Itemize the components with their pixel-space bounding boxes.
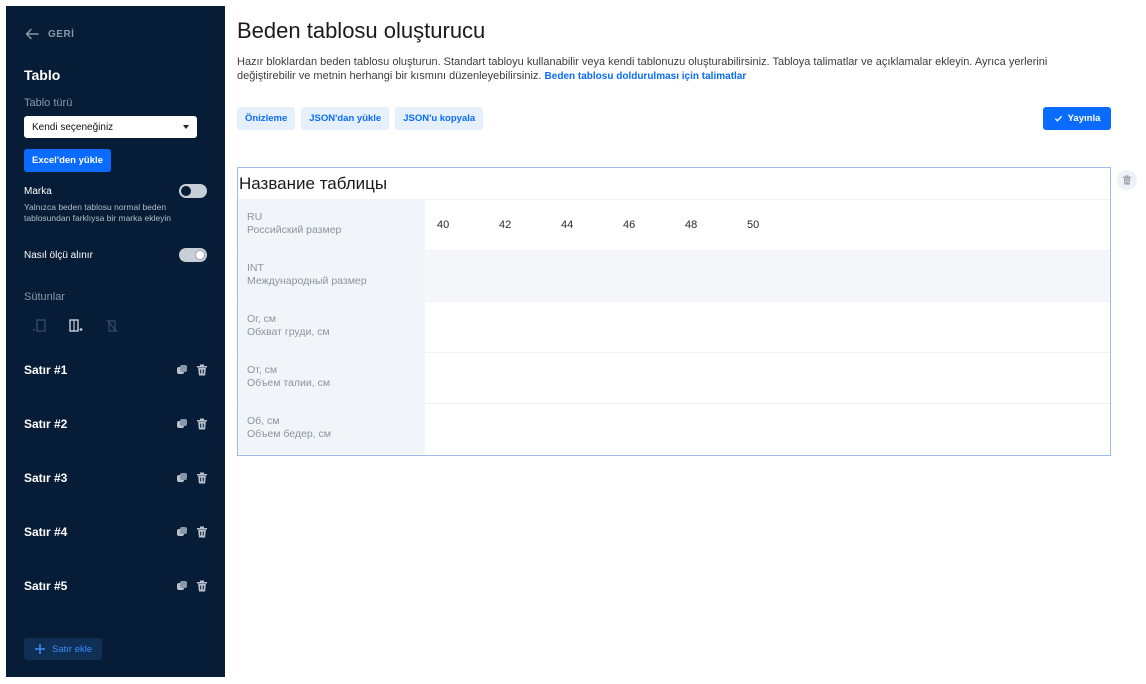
row-header[interactable]: RU Российский размер xyxy=(238,200,425,250)
brand-label: Marka xyxy=(24,185,52,197)
table-type-label: Tablo türü xyxy=(24,97,73,109)
add-column-right-icon[interactable] xyxy=(66,316,86,336)
row-cells[interactable] xyxy=(425,251,1110,301)
trash-icon[interactable] xyxy=(195,417,209,431)
brand-toggle[interactable] xyxy=(179,184,207,198)
copy-json-button[interactable]: JSON'u kopyala xyxy=(395,107,484,130)
table-title[interactable]: Название таблицы xyxy=(238,168,1110,200)
row-header[interactable]: От, см Объем талии, см xyxy=(238,353,425,403)
table-row: От, см Объем талии, см xyxy=(238,353,1110,404)
table-type-select[interactable]: Kendi seçeneğiniz xyxy=(24,116,197,138)
row-cells[interactable] xyxy=(425,302,1110,352)
columns-label: Sütunlar xyxy=(24,291,65,303)
trash-icon[interactable] xyxy=(195,525,209,539)
row-cells[interactable] xyxy=(425,404,1110,454)
table-row: Об, см Объем бедер, см xyxy=(238,404,1110,454)
trash-icon[interactable] xyxy=(195,363,209,377)
page-description: Hazır bloklardan beden tablosu oluşturun… xyxy=(237,55,1107,84)
size-table: Название таблицы RU Российский размер 40… xyxy=(237,167,1111,456)
row-header[interactable]: INT Международный размер xyxy=(238,251,425,301)
table-cell[interactable]: 46 xyxy=(623,219,685,231)
toggle-knob xyxy=(195,250,205,260)
add-column-left-icon[interactable] xyxy=(30,316,50,336)
copy-icon[interactable] xyxy=(175,525,189,539)
copy-icon[interactable] xyxy=(175,417,189,431)
table-row: INT Международный размер xyxy=(238,251,1110,302)
trash-icon xyxy=(1122,175,1132,185)
table-cell[interactable]: 44 xyxy=(561,219,623,231)
plus-icon xyxy=(35,644,45,654)
copy-icon[interactable] xyxy=(175,363,189,377)
delete-table-button[interactable] xyxy=(1117,170,1137,190)
row-code: От, см xyxy=(247,364,278,376)
back-button[interactable]: GERİ xyxy=(24,24,74,44)
sidebar-row-5[interactable]: Satır #5 xyxy=(24,576,209,596)
row-label: Satır #1 xyxy=(24,363,68,377)
arrow-left-icon xyxy=(25,28,39,40)
delete-column-icon[interactable] xyxy=(102,316,122,336)
copy-icon[interactable] xyxy=(175,471,189,485)
brand-row: Marka xyxy=(24,184,207,198)
toggle-knob xyxy=(181,186,191,196)
load-json-button[interactable]: JSON'dan yükle xyxy=(301,107,390,130)
sidebar-row-3[interactable]: Satır #3 xyxy=(24,468,209,488)
measure-label: Nasıl ölçü alınır xyxy=(24,249,93,261)
add-row-button[interactable]: Satır ekle xyxy=(24,638,103,660)
measure-row: Nasıl ölçü alınır xyxy=(24,248,207,262)
row-name: Российский размер xyxy=(247,224,342,236)
table-type-value: Kendi seçeneğiniz xyxy=(32,121,114,133)
row-code: INT xyxy=(247,262,264,274)
trash-icon[interactable] xyxy=(195,579,209,593)
row-code: Ог, см xyxy=(247,313,277,325)
column-actions xyxy=(30,316,122,336)
trash-icon[interactable] xyxy=(195,471,209,485)
table-cell[interactable]: 40 xyxy=(437,219,499,231)
check-icon xyxy=(1054,115,1062,122)
table-cell[interactable]: 42 xyxy=(499,219,561,231)
row-name: Объем бедер, см xyxy=(247,428,331,440)
table-row: RU Российский размер 40 42 44 46 48 50 xyxy=(238,200,1110,251)
row-code: RU xyxy=(247,211,263,223)
preview-button[interactable]: Önizleme xyxy=(237,107,296,130)
copy-icon[interactable] xyxy=(175,579,189,593)
table-row: Ог, см Обхват груди, см xyxy=(238,302,1110,353)
row-header[interactable]: Ог, см Обхват груди, см xyxy=(238,302,425,352)
sidebar-row-2[interactable]: Satır #2 xyxy=(24,414,209,434)
publish-label: Yayınla xyxy=(1067,113,1101,124)
row-name: Объем талии, см xyxy=(247,377,331,389)
row-label: Satır #2 xyxy=(24,417,68,431)
row-name: Обхват груди, см xyxy=(247,326,330,338)
toolbar: Önizleme JSON'dan yükle JSON'u kopyala xyxy=(237,107,484,130)
row-code: Об, см xyxy=(247,415,280,427)
row-label: Satır #5 xyxy=(24,579,68,593)
table-cell[interactable]: 48 xyxy=(685,219,747,231)
chevron-down-icon xyxy=(183,125,189,129)
row-header[interactable]: Об, см Объем бедер, см xyxy=(238,404,425,454)
sidebar-row-1[interactable]: Satır #1 xyxy=(24,360,209,380)
table-cell[interactable]: 50 xyxy=(747,219,809,231)
brand-note: Yalnızca beden tablosu normal beden tabl… xyxy=(24,202,171,223)
row-name: Международный размер xyxy=(247,275,367,287)
add-row-label: Satır ekle xyxy=(52,643,93,655)
row-label: Satır #3 xyxy=(24,471,68,485)
main-content: Beden tablosu oluşturucu Hazır bloklarda… xyxy=(237,0,1146,684)
row-cells[interactable] xyxy=(425,353,1110,403)
instructions-link[interactable]: Beden tablosu doldurulması için talimatl… xyxy=(545,71,747,82)
row-cells: 40 42 44 46 48 50 xyxy=(425,200,1110,250)
excel-upload-button[interactable]: Excel'den yükle xyxy=(24,149,111,172)
row-label: Satır #4 xyxy=(24,525,68,539)
sidebar-title: Tablo xyxy=(24,67,61,83)
measure-toggle[interactable] xyxy=(179,248,207,262)
page-title: Beden tablosu oluşturucu xyxy=(237,18,486,43)
sidebar: GERİ Tablo Tablo türü Kendi seçeneğiniz … xyxy=(6,6,225,677)
publish-button[interactable]: Yayınla xyxy=(1043,107,1111,130)
sidebar-row-4[interactable]: Satır #4 xyxy=(24,522,209,542)
back-label: GERİ xyxy=(48,28,75,40)
